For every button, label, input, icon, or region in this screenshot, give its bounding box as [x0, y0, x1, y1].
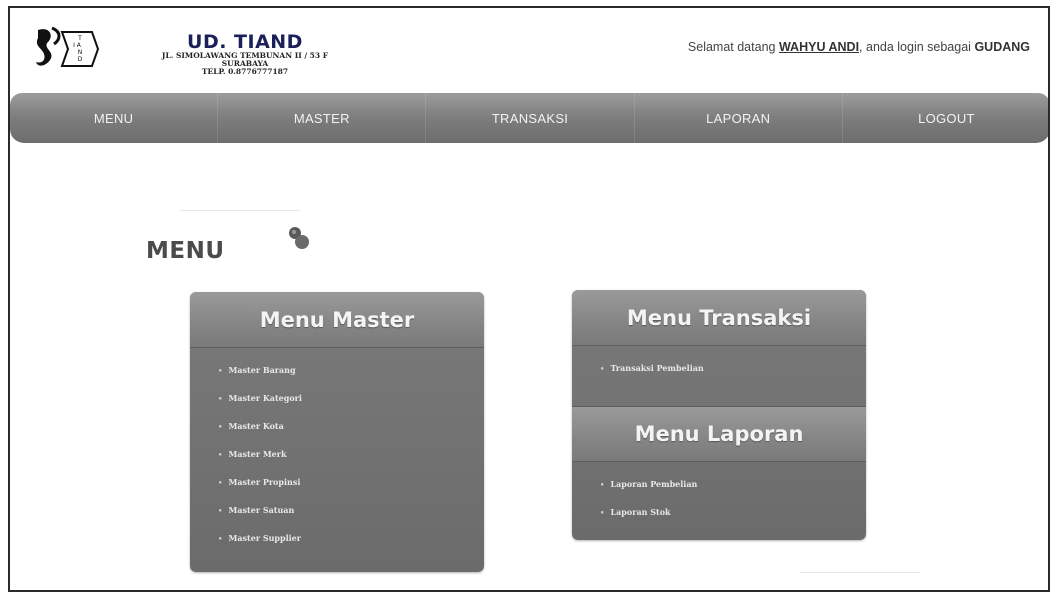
master-barang-link[interactable]: • Master Barang — [218, 362, 484, 390]
menu-master-title: Menu Master — [259, 307, 415, 332]
master-merk-link[interactable]: • Master Merk — [218, 446, 484, 474]
divider — [180, 210, 300, 211]
welcome-prefix: Selamat datang — [687, 40, 776, 54]
bullet-icon: • — [218, 450, 223, 459]
bullet-icon: • — [600, 364, 605, 373]
master-satuan-link[interactable]: • Master Satuan — [218, 502, 484, 530]
menu-master-list: • Master Barang • Master Kategori • Master … — [190, 348, 484, 558]
bullet-icon: • — [218, 534, 223, 543]
company-logo: T I A N D — [32, 26, 102, 72]
company-phone: TELP. 0.8776777187 — [201, 67, 289, 76]
master-kategori-link[interactable]: • Master Kategori — [218, 390, 484, 418]
user-role: GUDANG — [974, 40, 1030, 54]
nav-menu[interactable]: MENU — [10, 93, 219, 143]
bubbles-icon — [286, 224, 312, 252]
nav-master[interactable]: MASTER — [218, 93, 427, 143]
menu-laporan-header: Menu Laporan — [572, 406, 866, 462]
welcome-message: Selamat datang WAHYU ANDI, anda login se… — [688, 40, 1030, 54]
bullet-icon: • — [218, 506, 223, 515]
username-link[interactable]: WAHYU ANDI — [779, 40, 859, 54]
welcome-middle: , anda login sebagai — [859, 40, 971, 54]
laporan-pembelian-link[interactable]: • Laporan Pembelian — [600, 476, 866, 504]
svg-text:T: T — [77, 35, 82, 42]
menu-transaksi-panel: Menu Transaksi • Transaksi Pembelian Menu… — [572, 290, 866, 540]
company-info: UD. TIAND JL. SIMOLAWANG TEMBUNAN II / 5… — [114, 32, 376, 76]
nav-transaksi[interactable]: TRANSAKSI — [426, 93, 635, 143]
bullet-icon: • — [600, 480, 605, 489]
menu-transaksi-title: Menu Transaksi — [626, 305, 812, 330]
menu-laporan-list: • Laporan Pembelian • Laporan Stok — [572, 462, 866, 532]
menu-laporan-title: Menu Laporan — [634, 422, 804, 446]
svg-text:I A: I A — [73, 42, 82, 49]
svg-text:N: N — [78, 49, 83, 56]
laporan-stok-link[interactable]: • Laporan Stok — [600, 504, 866, 532]
main-nav: MENU MASTER TRANSAKSI LAPORAN LOGOUT — [10, 93, 1048, 143]
master-kota-link[interactable]: • Master Kota — [218, 418, 484, 446]
bullet-icon: • — [218, 366, 223, 375]
bullet-icon: • — [218, 394, 223, 403]
svg-text:D: D — [78, 56, 83, 63]
master-supplier-link[interactable]: • Master Supplier — [218, 530, 484, 558]
bullet-icon: • — [600, 508, 605, 517]
bullet-icon: • — [218, 422, 223, 431]
company-name: UD. TIAND — [187, 31, 303, 53]
nav-laporan[interactable]: LAPORAN — [635, 93, 843, 143]
header: T I A N D UD. TIAND JL. SIMOLAWANG TEMBU… — [10, 8, 1048, 96]
master-propinsi-link[interactable]: • Master Propinsi — [218, 474, 484, 502]
transaksi-pembelian-link[interactable]: • Transaksi Pembelian — [600, 360, 866, 388]
app-window: T I A N D UD. TIAND JL. SIMOLAWANG TEMBU… — [8, 6, 1050, 592]
menu-master-header: Menu Master — [190, 292, 484, 348]
divider — [800, 572, 920, 573]
nav-logout[interactable]: LOGOUT — [843, 93, 1048, 143]
bullet-icon: • — [218, 478, 223, 487]
menu-transaksi-header: Menu Transaksi — [572, 290, 866, 346]
menu-master-panel: Menu Master • Master Barang • Master Kateg… — [190, 292, 484, 572]
page-title: MENU — [146, 238, 225, 264]
menu-transaksi-list: • Transaksi Pembelian — [572, 346, 866, 402]
